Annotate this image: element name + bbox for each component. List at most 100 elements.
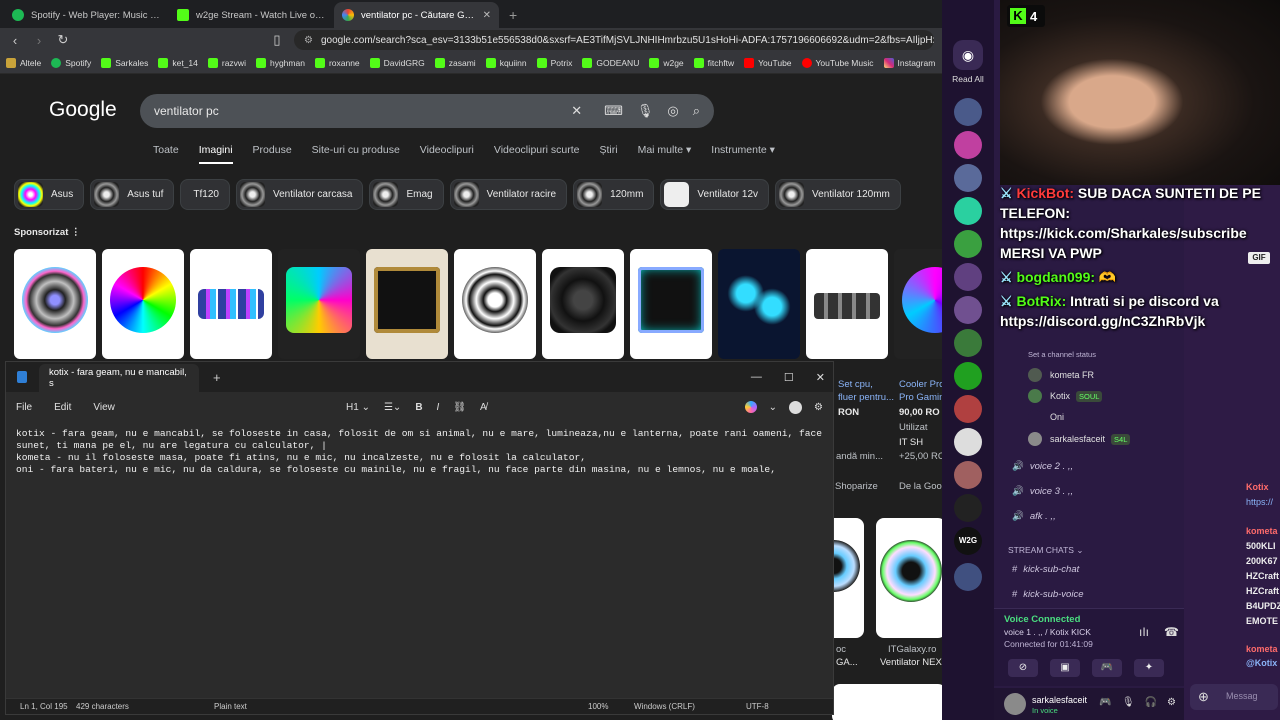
- bold-icon[interactable]: B: [415, 402, 422, 413]
- tab-videoclipuri-scurte[interactable]: Videoclipuri scurte: [494, 144, 580, 164]
- list-icon[interactable]: ☰⌄: [384, 402, 401, 413]
- bookmark-item[interactable]: fitchftw: [693, 57, 734, 68]
- product-card[interactable]: [278, 249, 360, 359]
- bookmark-item[interactable]: roxanne: [314, 57, 360, 68]
- product-title[interactable]: Cooler Pro: [899, 379, 942, 390]
- bookmark-item[interactable]: YouTube Music: [801, 57, 874, 68]
- product-card[interactable]: [542, 249, 624, 359]
- forward-icon[interactable]: ›: [32, 33, 46, 48]
- product-card[interactable]: [454, 249, 536, 359]
- product-card[interactable]: [718, 249, 800, 359]
- bookmark-item[interactable]: hyghman: [255, 57, 305, 68]
- image-result[interactable]: [876, 684, 942, 720]
- server-icon[interactable]: [954, 197, 982, 225]
- bookmark-item[interactable]: Altele: [6, 57, 41, 68]
- image-result[interactable]: [876, 518, 942, 638]
- new-tab-icon[interactable]: +: [499, 7, 527, 28]
- chip-tf120[interactable]: Tf120: [180, 179, 230, 210]
- voice-user[interactable]: Kotix SOUL: [1028, 389, 1103, 403]
- disconnect-icon[interactable]: ☎: [1164, 625, 1179, 639]
- server-icon[interactable]: [954, 329, 982, 357]
- bookmark-item[interactable]: kquiinn: [485, 57, 527, 68]
- product-card[interactable]: [894, 249, 942, 359]
- category-stream-chats[interactable]: STREAM CHATS ⌄: [1008, 545, 1083, 556]
- chip-ventilator-racire[interactable]: Ventilator racire: [449, 179, 568, 210]
- message-input[interactable]: ⊕ Messag: [1190, 684, 1278, 710]
- server-icon[interactable]: [954, 563, 982, 591]
- tab-produse[interactable]: Produse: [253, 144, 292, 164]
- server-icon[interactable]: [954, 494, 982, 522]
- noise-suppression-icon[interactable]: ıIı: [1139, 625, 1149, 639]
- voice-channel-name[interactable]: voice 1 . ,, / Kotix KICK: [1004, 627, 1091, 637]
- gamepad-icon[interactable]: 🎮: [1099, 697, 1111, 708]
- bookmark-item[interactable]: w2ge: [649, 57, 684, 68]
- product-shop[interactable]: Shoparize: [835, 481, 878, 492]
- plus-icon[interactable]: ⊕: [1198, 689, 1209, 705]
- menu-file[interactable]: File: [16, 402, 32, 413]
- copilot-icon[interactable]: [744, 401, 757, 413]
- discord-icon[interactable]: ◉: [953, 40, 983, 70]
- bookmark-item[interactable]: DavidGRG: [369, 57, 425, 68]
- menu-edit[interactable]: Edit: [54, 402, 71, 413]
- settings-icon[interactable]: ⚙: [814, 402, 823, 413]
- product-card[interactable]: [190, 249, 272, 359]
- read-all-button[interactable]: Read All: [948, 74, 988, 84]
- headphones-icon[interactable]: 🎧: [1145, 697, 1157, 708]
- server-icon[interactable]: [954, 230, 982, 258]
- microphone-icon[interactable]: 🎙: [637, 103, 654, 119]
- voice-user[interactable]: sarkalesfaceit S4L: [1028, 432, 1131, 446]
- screen-share-icon[interactable]: ▣: [1050, 659, 1080, 677]
- reload-icon[interactable]: ↻: [56, 32, 70, 48]
- clear-icon[interactable]: ✕: [571, 103, 582, 119]
- chat-author[interactable]: kometa: [1246, 526, 1278, 536]
- chip-120mm[interactable]: 120mm: [573, 179, 655, 210]
- text-channel[interactable]: # kick-sub-chat: [1012, 564, 1079, 575]
- soundboard-icon[interactable]: ✦: [1134, 659, 1164, 677]
- bookmark-item[interactable]: razvwi: [207, 57, 246, 68]
- chat-author[interactable]: Kotix: [1246, 482, 1269, 492]
- notepad-text-area[interactable]: kotix - fara geam, nu e mancabil, se fol…: [6, 422, 833, 702]
- product-shop-link[interactable]: De la Goo: [899, 481, 942, 492]
- bookmark-item[interactable]: Sarkales: [101, 57, 148, 68]
- server-icon[interactable]: W2G: [954, 527, 982, 555]
- product-title[interactable]: fluer pentru...: [838, 392, 894, 403]
- activity-icon[interactable]: 🎮: [1092, 659, 1122, 677]
- channel-status[interactable]: Set a channel status: [1028, 350, 1096, 359]
- close-icon[interactable]: ✕: [816, 371, 825, 384]
- product-card[interactable]: [630, 249, 712, 359]
- browser-tab-google[interactable]: ventilator pc - Căutare Google ✕: [334, 2, 499, 28]
- voice-channel[interactable]: 🔊 voice 2 . ,,: [1012, 461, 1073, 472]
- server-icon[interactable]: [954, 98, 982, 126]
- bookmark-item[interactable]: Instagram: [883, 57, 935, 68]
- tab-site-uri[interactable]: Site-uri cu produse: [312, 144, 400, 164]
- site-info-icon[interactable]: ⚙: [304, 35, 313, 46]
- chip-asus-tuf[interactable]: Asus tuf: [90, 179, 175, 210]
- chip-asus[interactable]: Asus: [14, 179, 85, 210]
- product-card[interactable]: [102, 249, 184, 359]
- tab-toate[interactable]: Toate: [153, 144, 179, 164]
- voice-user[interactable]: kometa FR: [1028, 368, 1094, 382]
- text-channel[interactable]: # kick-sub-voice: [1012, 589, 1083, 600]
- google-logo[interactable]: Google: [49, 98, 117, 122]
- chat-message[interactable]: https://: [1246, 497, 1273, 507]
- zoom-level[interactable]: 100%: [588, 702, 608, 711]
- heading-dropdown[interactable]: H1 ⌄: [346, 402, 370, 413]
- server-icon[interactable]: [954, 296, 982, 324]
- settings-icon[interactable]: ⚙: [1167, 697, 1176, 708]
- search-box[interactable]: ventilator pc ✕ ⌨ 🎙 ◎ ⌕: [140, 94, 714, 128]
- bookmark-item[interactable]: GODEANU: [582, 57, 639, 68]
- server-icon[interactable]: [954, 428, 982, 456]
- product-card[interactable]: [366, 249, 448, 359]
- notepad-tab[interactable]: kotix - fara geam, nu e mancabil, s: [39, 364, 199, 392]
- link-icon[interactable]: ⛓: [453, 402, 466, 413]
- tab-mai-multe[interactable]: Mai multe ▾: [638, 144, 692, 164]
- microphone-icon[interactable]: 🎙: [1122, 697, 1135, 708]
- bookmark-item[interactable]: Potrix: [536, 57, 572, 68]
- tab-instrumente[interactable]: Instrumente ▾: [711, 144, 775, 164]
- italic-icon[interactable]: I: [437, 402, 440, 413]
- chip-ventilator-12v[interactable]: Ventilator 12v: [660, 179, 770, 210]
- back-icon[interactable]: ‹: [8, 33, 22, 48]
- tab-videoclipuri[interactable]: Videoclipuri: [420, 144, 474, 164]
- bookmark-item[interactable]: YouTube: [744, 57, 792, 68]
- camera-off-icon[interactable]: ⊘: [1008, 659, 1038, 677]
